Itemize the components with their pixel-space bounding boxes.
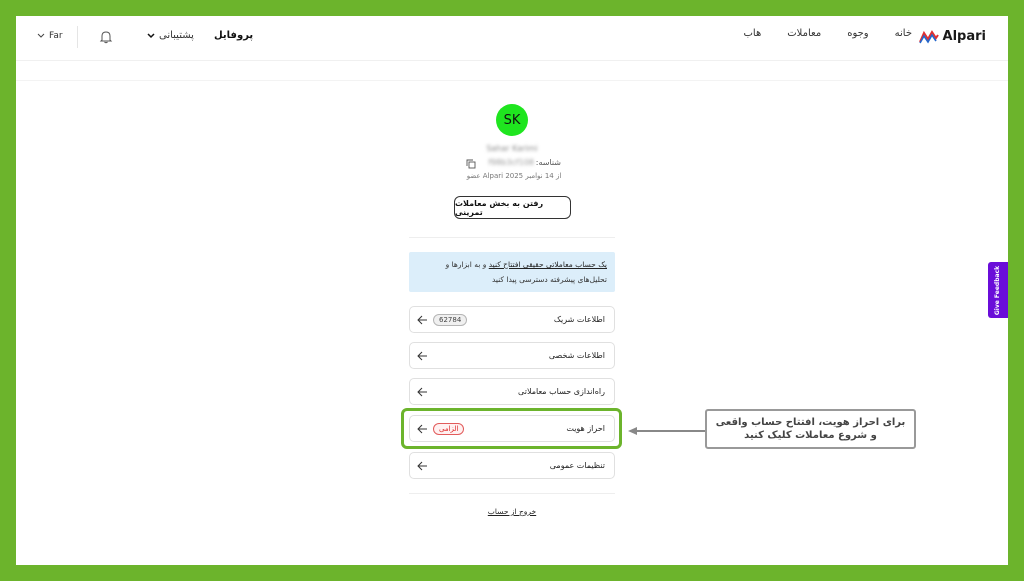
menu-item-label: راه‌اندازی حساب معاملاتی bbox=[518, 387, 605, 396]
arrow-left-icon bbox=[417, 315, 427, 325]
brand[interactable]: Alpari bbox=[918, 29, 986, 44]
alpari-logo-icon bbox=[918, 29, 939, 44]
menu-partner-info[interactable]: اطلاعات شریک 62784 bbox=[409, 306, 615, 333]
menu-item-label: اطلاعات شخصی bbox=[548, 351, 605, 360]
app-frame: Alpari خانه وجوه معاملات هاب Far پشتیبان… bbox=[16, 16, 1008, 565]
annotation-callout: برای احراز هویت، افتتاح حساب واقعی و شرو… bbox=[705, 409, 916, 449]
subheader-border bbox=[16, 80, 1008, 81]
language-label: Far bbox=[49, 31, 63, 41]
open-account-link[interactable]: یک حساب معاملاتی حقیقی افتتاح کنید bbox=[489, 260, 607, 269]
menu-personal-info[interactable]: اطلاعات شخصی bbox=[409, 342, 615, 369]
highlight-frame bbox=[401, 408, 622, 449]
main-nav: خانه وجوه معاملات هاب bbox=[744, 28, 913, 39]
header-divider bbox=[77, 26, 78, 48]
nav-funds[interactable]: وجوه bbox=[847, 28, 868, 39]
section-divider bbox=[409, 493, 615, 494]
nav-trading[interactable]: معاملات bbox=[787, 28, 821, 39]
menu-item-label: اطلاعات شریک bbox=[553, 315, 605, 324]
logout-link[interactable]: خروج از حساب bbox=[482, 507, 542, 516]
brand-name: Alpari bbox=[942, 29, 986, 44]
partner-id-badge: 62784 bbox=[433, 314, 468, 326]
arrow-left-icon bbox=[417, 351, 427, 361]
account-id-label: شناسه: bbox=[535, 158, 561, 167]
profile-link[interactable]: پروفایل bbox=[214, 30, 253, 41]
menu-trading-account-setup[interactable]: راه‌اندازی حساب معاملاتی bbox=[409, 378, 615, 405]
arrow-left-icon bbox=[417, 387, 427, 397]
bell-icon[interactable] bbox=[99, 30, 113, 44]
chevron-down-icon bbox=[37, 33, 45, 38]
support-menu[interactable]: پشتیبانی bbox=[147, 30, 194, 41]
header-border bbox=[16, 60, 1008, 61]
nav-hub[interactable]: هاب bbox=[744, 28, 762, 39]
menu-item-label: تنظیمات عمومی bbox=[549, 461, 605, 470]
arrow-left-icon bbox=[417, 461, 427, 471]
give-feedback-tab[interactable]: Give Feedback bbox=[988, 262, 1008, 318]
account-id-row: شناسه: f98b3cf108 bbox=[466, 158, 561, 170]
support-label: پشتیبانی bbox=[159, 30, 194, 41]
demo-trading-button[interactable]: رفتن به بخش معاملات تمرینی bbox=[454, 196, 571, 219]
feedback-label: Give Feedback bbox=[994, 265, 1002, 315]
open-real-account-banner: یک حساب معاملاتی حقیقی افتتاح کنید و به … bbox=[409, 252, 615, 292]
language-selector[interactable]: Far bbox=[37, 31, 63, 41]
section-divider bbox=[409, 237, 615, 238]
menu-general-settings[interactable]: تنظیمات عمومی bbox=[409, 452, 615, 479]
copy-icon[interactable] bbox=[466, 159, 476, 169]
user-name: Sahar Karimi bbox=[486, 144, 538, 153]
annotation-line-1: برای احراز هویت، افتتاح حساب واقعی bbox=[715, 417, 906, 428]
top-navbar: Alpari خانه وجوه معاملات هاب Far پشتیبان… bbox=[16, 16, 1008, 60]
chevron-down-icon bbox=[147, 32, 155, 38]
member-since: عضو Alpari از 14 نوامبر 2025 bbox=[466, 172, 562, 180]
annotation-line-2: و شروع معاملات کلیک کنید bbox=[744, 430, 877, 441]
avatar: SK bbox=[496, 104, 528, 136]
account-id-value: f98b3cf108 bbox=[488, 158, 534, 167]
nav-home[interactable]: خانه bbox=[895, 28, 912, 39]
